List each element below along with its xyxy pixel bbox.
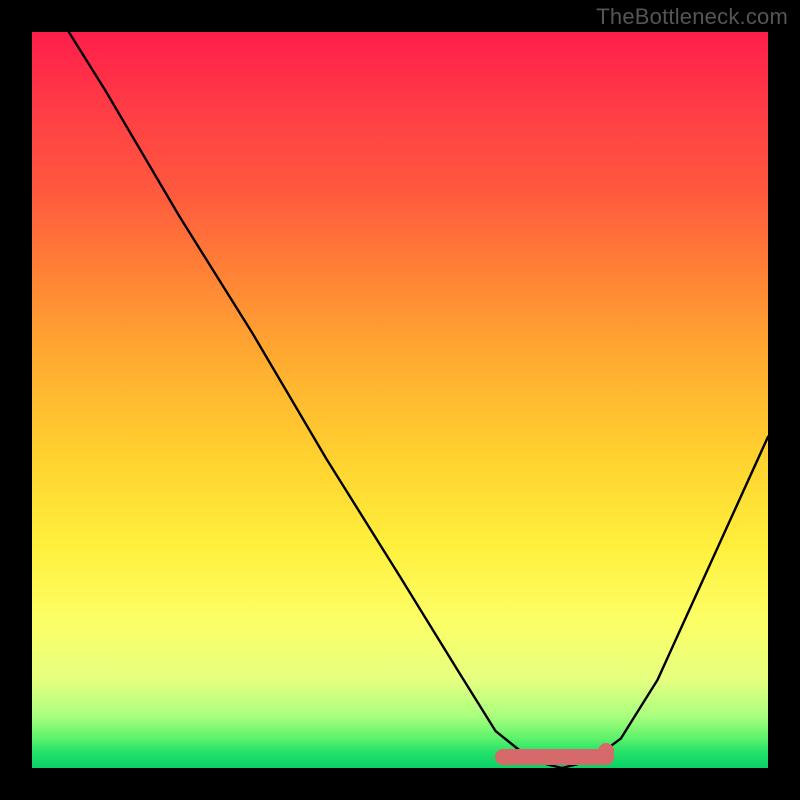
chart-overlay [32,32,768,768]
watermark-text: TheBottleneck.com [596,4,788,30]
plot-area [32,32,768,768]
bottleneck-curve [69,32,768,768]
optimal-zone-end-dot [598,743,614,759]
chart-frame: TheBottleneck.com [0,0,800,800]
